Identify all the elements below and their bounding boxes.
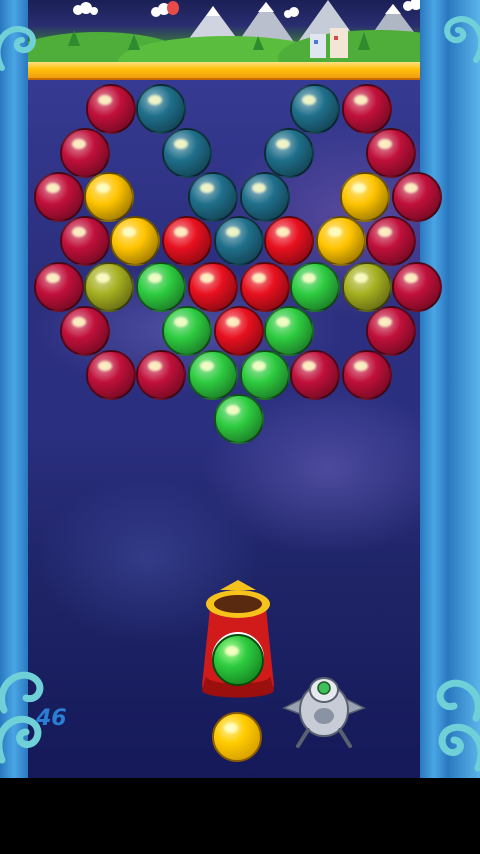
red-bubble — [214, 306, 264, 356]
olive-bubble — [342, 262, 392, 312]
magenta-bubble — [366, 128, 416, 178]
red-bubble — [264, 216, 314, 266]
olive-bubble — [84, 262, 134, 312]
magenta-bubble — [342, 84, 392, 134]
shots-remaining-counter: 46 — [36, 706, 67, 731]
teal-bubble — [162, 128, 212, 178]
red-bubble — [240, 262, 290, 312]
magenta-bubble — [60, 306, 110, 356]
teal-bubble — [290, 84, 340, 134]
swirl-ornament-top-left — [0, 26, 36, 71]
green-bubble — [290, 262, 340, 312]
game-screen[interactable]: 46 — [0, 0, 480, 778]
next-bubble[interactable] — [212, 712, 262, 762]
magenta-bubble — [34, 172, 84, 222]
green-bubble — [240, 350, 290, 400]
magenta-bubble — [136, 350, 186, 400]
green-bubble — [136, 262, 186, 312]
red-bubble — [162, 216, 212, 266]
magenta-bubble — [86, 84, 136, 134]
green-bubble — [162, 306, 212, 356]
magenta-bubble — [34, 262, 84, 312]
right-edge — [448, 0, 480, 778]
magenta-bubble — [290, 350, 340, 400]
red-bubble — [188, 262, 238, 312]
magenta-bubble — [342, 350, 392, 400]
green-bubble — [214, 394, 264, 444]
teal-bubble — [240, 172, 290, 222]
yellow-bubble — [340, 172, 390, 222]
green-bubble — [188, 350, 238, 400]
teal-bubble — [188, 172, 238, 222]
landscape-header — [8, 0, 478, 88]
teal-bubble — [214, 216, 264, 266]
yellow-bubble — [84, 172, 134, 222]
magenta-bubble — [392, 172, 442, 222]
teal-bubble — [264, 128, 314, 178]
bottom-letterbox — [0, 778, 480, 854]
ceiling-bar — [28, 62, 448, 80]
magenta-bubble — [366, 306, 416, 356]
magenta-bubble — [86, 350, 136, 400]
magenta-bubble — [392, 262, 442, 312]
swirl-ornament-bottom-right — [436, 679, 480, 772]
hills-scenery — [8, 0, 478, 88]
loaded-bubble — [212, 634, 264, 686]
robot-mascot — [282, 677, 366, 748]
swirl-ornament-top-right — [444, 16, 480, 63]
yellow-bubble — [316, 216, 366, 266]
right-frame — [420, 0, 448, 778]
teal-bubble — [136, 84, 186, 134]
magenta-bubble — [366, 216, 416, 266]
magenta-bubble — [60, 128, 110, 178]
yellow-bubble — [110, 216, 160, 266]
green-bubble — [264, 306, 314, 356]
magenta-bubble — [60, 216, 110, 266]
